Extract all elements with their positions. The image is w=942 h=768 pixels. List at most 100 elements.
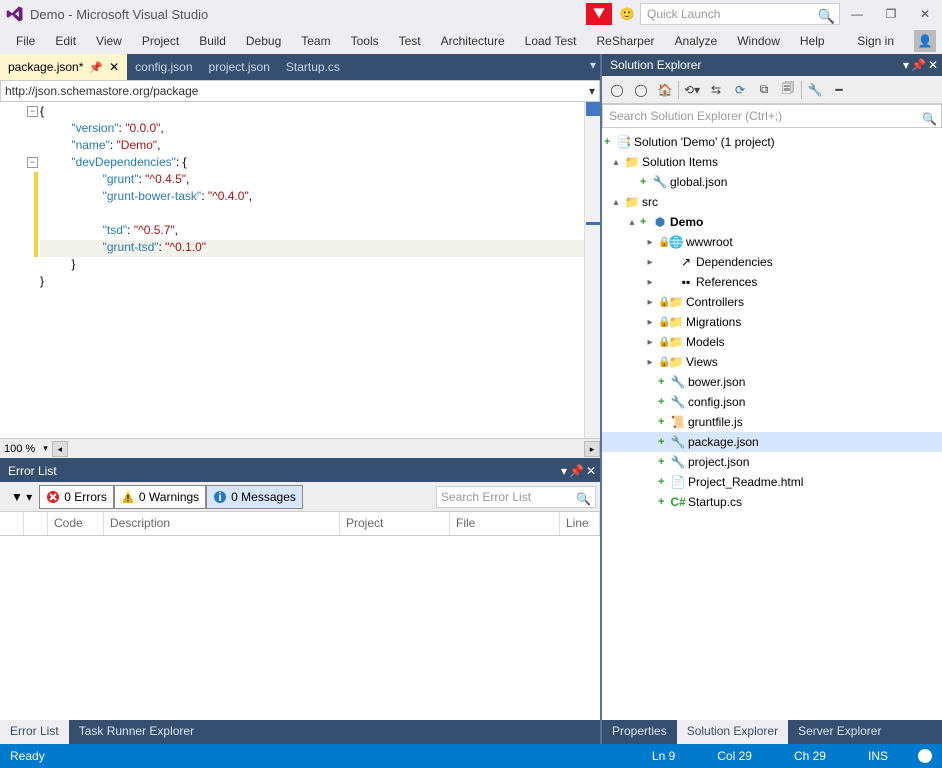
error-list-body: [0, 536, 600, 720]
fold-toggle-icon[interactable]: −: [27, 157, 38, 168]
schema-dropdown[interactable]: http://json.schemastore.org/package▾: [0, 80, 600, 102]
tab-error-list[interactable]: Error List: [0, 720, 69, 744]
status-ch: Ch 29: [794, 749, 826, 763]
tree-readme[interactable]: +📄Project_Readme.html: [602, 472, 942, 492]
scroll-right-icon[interactable]: ▸: [584, 441, 600, 457]
tree-src[interactable]: ▴📁src: [602, 192, 942, 212]
warnings-toggle[interactable]: 0 Warnings: [114, 485, 206, 509]
tree-config-json[interactable]: +🔧config.json: [602, 392, 942, 412]
menu-resharper[interactable]: ReSharper: [586, 30, 664, 52]
tree-views[interactable]: ▸🔒📁Views: [602, 352, 942, 372]
pin-icon[interactable]: 📌: [569, 464, 584, 478]
error-list-search[interactable]: Search Error List🔍: [436, 486, 596, 508]
user-avatar-icon[interactable]: 👤: [914, 30, 936, 52]
errors-toggle[interactable]: 0 Errors: [39, 485, 114, 509]
fold-toggle-icon[interactable]: −: [27, 106, 38, 117]
dropdown-icon[interactable]: ▾: [561, 464, 567, 478]
menu-debug[interactable]: Debug: [236, 30, 291, 52]
tree-global-json[interactable]: +🔧global.json: [602, 172, 942, 192]
menu-tools[interactable]: Tools: [341, 30, 389, 52]
menu-window[interactable]: Window: [727, 30, 790, 52]
pin-icon[interactable]: 📌: [89, 61, 103, 74]
menu-test[interactable]: Test: [389, 30, 431, 52]
show-all-icon[interactable]: 🗐: [777, 79, 799, 101]
tree-wwwroot[interactable]: ▸🔒🌐wwwroot: [602, 232, 942, 252]
close-panel-icon[interactable]: ✕: [586, 464, 596, 478]
close-button[interactable]: ✕: [908, 0, 942, 28]
restore-button[interactable]: ❐: [874, 0, 908, 28]
zoom-dropdown-icon[interactable]: ▾: [39, 443, 52, 454]
tree-package-json[interactable]: +🔧package.json: [602, 432, 942, 452]
menu-project[interactable]: Project: [132, 30, 189, 52]
tree-demo-project[interactable]: ▴+⬢Demo: [602, 212, 942, 232]
refresh-icon[interactable]: ⟳: [729, 79, 751, 101]
close-panel-icon[interactable]: ✕: [928, 58, 938, 72]
close-tab-icon[interactable]: ✕: [109, 60, 119, 74]
tree-solution-items[interactable]: ▴📁Solution Items: [602, 152, 942, 172]
error-list-header[interactable]: Code Description Project File Line: [0, 512, 600, 536]
properties-icon[interactable]: 🔧: [804, 79, 826, 101]
home-icon[interactable]: 🏠: [654, 79, 676, 101]
sign-in-link[interactable]: Sign in: [847, 30, 904, 52]
dropdown-icon[interactable]: ▾: [903, 58, 909, 72]
search-icon: 🔍: [576, 489, 591, 509]
tab-solution-explorer[interactable]: Solution Explorer: [677, 720, 788, 744]
menu-analyze[interactable]: Analyze: [665, 30, 728, 52]
status-line: Ln 9: [652, 749, 675, 763]
feedback-smiley-icon[interactable]: 🙂: [614, 3, 640, 25]
search-icon: 🔍: [818, 6, 835, 26]
solution-search-input[interactable]: Search Solution Explorer (Ctrl+;)🔍: [602, 104, 942, 128]
tree-controllers[interactable]: ▸🔒📁Controllers: [602, 292, 942, 312]
chevron-down-icon: ▾: [589, 84, 595, 98]
tree-models[interactable]: ▸🔒📁Models: [602, 332, 942, 352]
quick-launch-input[interactable]: Quick Launch🔍: [640, 3, 840, 25]
tree-bower-json[interactable]: +🔧bower.json: [602, 372, 942, 392]
menu-file[interactable]: File: [6, 30, 45, 52]
tree-project-json[interactable]: +🔧project.json: [602, 452, 942, 472]
messages-toggle[interactable]: i 0 Messages: [206, 485, 303, 509]
tab-properties[interactable]: Properties: [602, 720, 677, 744]
main-menu: File Edit View Project Build Debug Team …: [0, 28, 942, 54]
doc-tab-config-json[interactable]: config.json: [127, 54, 200, 80]
scope-icon[interactable]: ⟲▾: [681, 79, 703, 101]
doc-tabs-overflow-icon[interactable]: ▾: [590, 58, 596, 72]
menu-help[interactable]: Help: [790, 30, 835, 52]
scroll-left-icon[interactable]: ◂: [52, 441, 68, 457]
notification-flag-icon[interactable]: [586, 3, 612, 25]
menu-architecture[interactable]: Architecture: [431, 30, 515, 52]
menu-team[interactable]: Team: [291, 30, 340, 52]
nav-fwd-icon[interactable]: ◯: [630, 79, 652, 101]
menu-edit[interactable]: Edit: [45, 30, 86, 52]
sync-icon[interactable]: ⇆: [705, 79, 727, 101]
status-ready: Ready: [10, 749, 45, 763]
nav-back-icon[interactable]: ◯: [606, 79, 628, 101]
collapse-icon[interactable]: ⧉: [753, 79, 775, 101]
doc-tab-project-json[interactable]: project.json: [201, 54, 278, 80]
tree-dependencies[interactable]: ▸↗Dependencies: [602, 252, 942, 272]
tree-migrations[interactable]: ▸🔒📁Migrations: [602, 312, 942, 332]
tree-solution-root[interactable]: +📑Solution 'Demo' (1 project): [602, 132, 942, 152]
status-ins: INS: [868, 749, 888, 763]
code-editor[interactable]: − − { "version": "0.0.0", "name": ": [0, 102, 600, 438]
status-indicator-icon: [918, 749, 932, 763]
tree-references[interactable]: ▸▪▪References: [602, 272, 942, 292]
minimize-button[interactable]: —: [840, 0, 874, 28]
editor-scroll-track[interactable]: [584, 102, 600, 438]
pin-icon[interactable]: 📌: [911, 58, 926, 72]
menu-view[interactable]: View: [86, 30, 132, 52]
doc-tab-package-json[interactable]: package.json* 📌 ✕: [0, 54, 127, 80]
status-col: Col 29: [717, 749, 752, 763]
zoom-level[interactable]: 100 %: [0, 443, 39, 455]
tree-startup-cs[interactable]: +C#Startup.cs: [602, 492, 942, 512]
search-icon: 🔍: [922, 108, 937, 130]
filter-dropdown[interactable]: ▼ ▾: [4, 485, 39, 509]
menu-loadtest[interactable]: Load Test: [515, 30, 587, 52]
preview-icon[interactable]: ━: [828, 79, 850, 101]
split-handle-icon[interactable]: [586, 102, 600, 116]
menu-build[interactable]: Build: [189, 30, 236, 52]
error-list-title: Error List: [8, 464, 57, 478]
doc-tab-startup-cs[interactable]: Startup.cs: [278, 54, 348, 80]
tab-task-runner[interactable]: Task Runner Explorer: [69, 720, 204, 744]
tab-server-explorer[interactable]: Server Explorer: [788, 720, 891, 744]
tree-gruntfile[interactable]: +📜gruntfile.js: [602, 412, 942, 432]
